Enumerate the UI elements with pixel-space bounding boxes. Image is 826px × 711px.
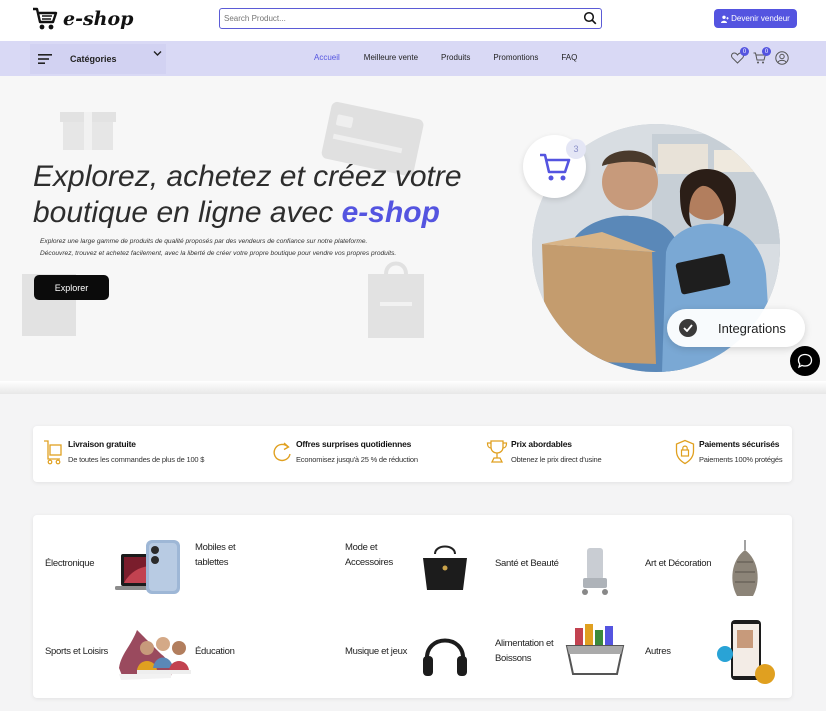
hero-title: Explorez, achetez et créez votre boutiqu… xyxy=(33,159,473,231)
integrations-pill[interactable]: Integrations xyxy=(667,309,805,347)
shield-lock-icon xyxy=(675,439,695,465)
phone-image xyxy=(146,540,180,594)
category-label: Électronique xyxy=(45,558,95,569)
integrations-label: Integrations xyxy=(718,320,786,336)
category-mobiles-tablettes[interactable]: Mobiles et tablettes xyxy=(146,540,333,610)
feature-title: Paiements sécurisés xyxy=(699,439,780,449)
feature-daily-offers: Offres surprises quotidiennes Economisez… xyxy=(271,439,418,465)
nav-links: Accueil Meilleure vente Produits Promont… xyxy=(314,53,577,62)
category-label: Sports et Loisirs xyxy=(45,646,109,657)
chat-button[interactable] xyxy=(790,346,820,376)
search-icon[interactable] xyxy=(583,11,597,25)
nav-actions: 0 0 xyxy=(731,47,789,65)
hero-divider xyxy=(0,381,826,394)
search-input[interactable] xyxy=(224,10,574,26)
refresh-icon xyxy=(273,442,291,462)
category-label: Musique et jeux xyxy=(345,646,408,657)
beauty-product-image xyxy=(582,548,608,595)
category-education[interactable]: Éducation xyxy=(137,620,333,690)
nav-bar: Catégories Accueil Meilleure vente Produ… xyxy=(0,41,826,76)
shopping-cart-icon xyxy=(539,153,570,180)
lamp-image xyxy=(732,540,758,596)
category-art-decoration[interactable]: Art et Décoration xyxy=(633,540,783,610)
category-musique-jeux[interactable]: Musique et jeux xyxy=(333,620,483,690)
wishlist-count-badge: 0 xyxy=(740,47,749,56)
cart-button[interactable]: 0 xyxy=(753,47,771,65)
category-label: Santé et Beauté xyxy=(495,558,559,569)
feature-subtitle: Obtenez le prix direct d'usine xyxy=(511,455,602,464)
nav-link-faq[interactable]: FAQ xyxy=(561,53,577,62)
nav-link-promotions[interactable]: Promontions xyxy=(493,53,538,62)
shopping-cart-logo-icon xyxy=(33,7,58,30)
categories-label: Catégories xyxy=(70,54,117,64)
nav-link-accueil[interactable]: Accueil xyxy=(314,53,340,62)
mobile-shop-image xyxy=(717,620,775,684)
menu-icon xyxy=(38,54,52,64)
feature-subtitle: De toutes les commandes de plus de 100 $ xyxy=(68,455,205,464)
gift-decor-icon xyxy=(60,112,116,150)
categories-dropdown[interactable]: Catégories xyxy=(30,44,166,74)
nav-link-produits[interactable]: Produits xyxy=(441,53,470,62)
category-label: Éducation xyxy=(195,646,235,657)
floating-cart-count: 3 xyxy=(566,139,586,159)
trophy-icon xyxy=(486,440,508,463)
search-bar[interactable] xyxy=(219,8,602,29)
category-label: Art et Décoration xyxy=(645,558,712,569)
category-label: Mode et Accessoires xyxy=(345,542,393,568)
wishlist-button[interactable]: 0 xyxy=(731,47,749,65)
category-label: Mobiles et tablettes xyxy=(195,542,236,568)
category-sante-beaute[interactable]: Santé et Beauté xyxy=(483,540,633,610)
cart-count-badge: 0 xyxy=(762,47,771,56)
hero-description-line1: Explorez une large gamme de produits de … xyxy=(40,238,368,245)
headphones-image xyxy=(423,638,467,676)
hero-description: Explorez une large gamme de produits de … xyxy=(40,236,480,260)
feature-secure-payments: Paiements sécurisés Paiements 100% proté… xyxy=(674,439,783,465)
explore-button[interactable]: Explorer xyxy=(34,275,109,300)
category-label: Autres xyxy=(645,646,671,657)
check-circle-icon xyxy=(679,319,697,337)
category-alimentation-boissons[interactable]: Alimentation et Boissons xyxy=(483,620,633,690)
logo-text: e-shop xyxy=(63,8,134,30)
features-strip: Livraison gratuite De toutes les command… xyxy=(33,426,792,482)
become-seller-button[interactable]: Devenir vendeur xyxy=(714,9,797,28)
categories-grid: Électronique Mobiles et tablettes Mode e… xyxy=(33,515,792,698)
hero-section: Explorez, achetez et créez votre boutiqu… xyxy=(0,76,826,382)
students-image xyxy=(137,637,191,674)
category-mode-accessoires[interactable]: Mode et Accessoires xyxy=(333,540,483,610)
user-icon[interactable] xyxy=(775,51,789,65)
nav-link-meilleure-vente[interactable]: Meilleure vente xyxy=(364,53,418,62)
user-add-icon xyxy=(721,15,729,23)
feature-subtitle: Paiements 100% protégés xyxy=(699,455,783,464)
category-autres[interactable]: Autres xyxy=(633,620,783,690)
delivery-cart-icon xyxy=(44,440,62,465)
feature-title: Prix abordables xyxy=(511,439,572,449)
feature-title: Offres surprises quotidiennes xyxy=(296,439,412,449)
chat-bubble-icon xyxy=(797,353,813,369)
feature-free-delivery: Livraison gratuite De toutes les command… xyxy=(43,439,204,465)
logo[interactable]: e-shop xyxy=(31,4,133,34)
handbag-image xyxy=(423,545,467,590)
shopping-bag-decor-icon xyxy=(368,261,424,338)
grocery-basket-image xyxy=(565,624,625,675)
top-header: e-shop Devenir vendeur xyxy=(0,0,826,41)
hero-description-line2: Découvrez, trouvez et achetez facilement… xyxy=(40,250,397,257)
feature-subtitle: Economisez jusqu'à 25 % de réduction xyxy=(296,455,418,464)
category-label: Alimentation et Boissons xyxy=(495,638,554,664)
hero-title-brand: e-shop xyxy=(341,196,440,229)
chevron-down-icon xyxy=(153,51,162,56)
feature-affordable-prices: Prix abordables Obtenez le prix direct d… xyxy=(486,439,602,465)
become-seller-label: Devenir vendeur xyxy=(731,14,790,23)
feature-title: Livraison gratuite xyxy=(68,439,136,449)
